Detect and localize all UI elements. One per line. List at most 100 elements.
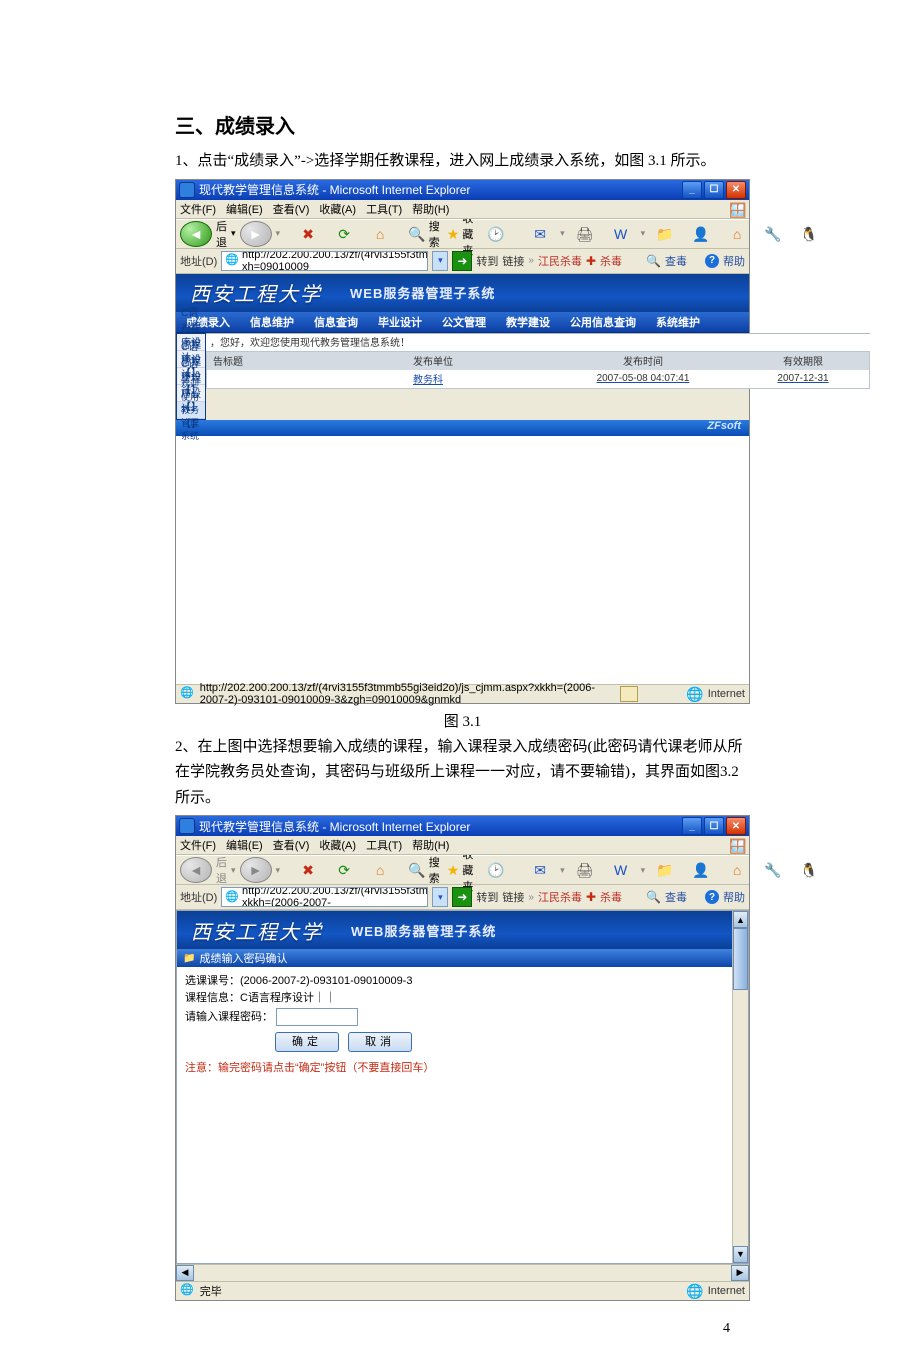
scroll-up-button[interactable]: ▲ xyxy=(733,911,748,928)
address-dropdown-icon[interactable]: ▾ xyxy=(432,887,448,907)
close-button[interactable]: ✕ xyxy=(726,181,746,199)
toolbar-link-antivirus[interactable]: 江民杀毒 xyxy=(538,889,582,905)
menu-edit[interactable]: 编辑(E) xyxy=(226,201,263,217)
tool1-button[interactable]: ⌂ xyxy=(721,858,753,882)
back-label: 后退 xyxy=(216,218,227,250)
vertical-scrollbar[interactable]: ▲ ▼ xyxy=(732,911,748,1263)
print-button[interactable]: 🖨 xyxy=(569,858,601,882)
maximize-button[interactable]: ☐ xyxy=(704,817,724,835)
menu-edit[interactable]: 编辑(E) xyxy=(226,837,263,853)
go-button[interactable]: ➜ xyxy=(452,887,472,907)
ie-addressbar: 地址(D) 🌐 http://202.200.200.13/zf/(4rvi31… xyxy=(176,249,749,274)
folder-button[interactable]: 📁 xyxy=(649,858,681,882)
toolbar-link-scan[interactable]: 查毒 xyxy=(665,253,687,269)
menu-file[interactable]: 文件(F) xyxy=(180,201,216,217)
nav-item-system[interactable]: 系统维护 xyxy=(646,314,710,330)
mail-dropdown-icon[interactable]: ▾ xyxy=(560,228,565,239)
minimize-button[interactable]: _ xyxy=(682,817,702,835)
history-button[interactable]: 🕑 xyxy=(480,222,512,246)
maximize-button[interactable]: ☐ xyxy=(704,181,724,199)
toolbar-link-help[interactable]: 帮助 xyxy=(723,889,745,905)
toolbar-link-antivirus[interactable]: 江民杀毒 xyxy=(538,253,582,269)
address-input[interactable]: 🌐 http://202.200.200.13/zf/(4rvi3155f3tm… xyxy=(221,887,428,907)
edit-dropdown-icon[interactable]: ▾ xyxy=(641,228,646,239)
horizontal-scrollbar[interactable]: ◀ ▶ xyxy=(176,1264,749,1281)
links-label: 链接 xyxy=(502,889,524,905)
scroll-right-button[interactable]: ▶ xyxy=(731,1265,749,1281)
close-button[interactable]: ✕ xyxy=(726,817,746,835)
refresh-button[interactable]: ⟳ xyxy=(328,858,360,882)
mail-button[interactable]: ✉ xyxy=(524,858,556,882)
home-button[interactable]: ⌂ xyxy=(364,858,396,882)
refresh-button[interactable]: ⟳ xyxy=(328,222,360,246)
folder-button[interactable]: 📁 xyxy=(649,222,681,246)
popup-blocker-icon[interactable] xyxy=(620,686,638,702)
antivirus-icon: ✚ xyxy=(586,891,596,903)
scroll-left-button[interactable]: ◀ xyxy=(176,1265,194,1281)
cancel-button[interactable]: 取消 xyxy=(348,1032,412,1052)
messenger-button[interactable]: 👤 xyxy=(685,222,717,246)
scroll-thumb[interactable] xyxy=(733,928,748,990)
favorites-button[interactable]: ★收藏夹 xyxy=(444,858,476,882)
toolbar-link-kill[interactable]: 杀毒 xyxy=(600,889,622,905)
back-button[interactable]: ◄ xyxy=(180,221,212,247)
qq-button[interactable]: 🐧 xyxy=(793,222,825,246)
menu-favorites[interactable]: 收藏(A) xyxy=(319,837,356,853)
panel-title: 成绩输入密码确认 xyxy=(199,950,287,966)
back-dropdown-icon[interactable]: ▾ xyxy=(231,228,236,239)
menu-tools[interactable]: 工具(T) xyxy=(366,837,402,853)
menu-file[interactable]: 文件(F) xyxy=(180,837,216,853)
back-label: 后退 xyxy=(216,854,227,886)
menu-view[interactable]: 查看(V) xyxy=(273,201,310,217)
favorites-button[interactable]: ★收藏夹 xyxy=(444,222,476,246)
scroll-down-button[interactable]: ▼ xyxy=(733,1246,748,1263)
home-button[interactable]: ⌂ xyxy=(364,222,396,246)
table-row[interactable]: 教务科 2007-05-08 04:07:41 2007-12-31 xyxy=(207,370,869,388)
search-button[interactable]: 🔍搜索 xyxy=(408,858,440,882)
windows-flag-icon: 🪟 xyxy=(729,202,745,216)
menu-view[interactable]: 查看(V) xyxy=(273,837,310,853)
tool2-button[interactable]: 🔧 xyxy=(757,222,789,246)
links-expand-icon[interactable]: » xyxy=(528,255,534,266)
edit-button[interactable]: W xyxy=(605,858,637,882)
nav-item-info-query[interactable]: 信息查询 xyxy=(304,314,368,330)
print-button[interactable]: 🖨 xyxy=(569,222,601,246)
forward-button[interactable]: ► xyxy=(240,221,272,247)
links-expand-icon[interactable]: » xyxy=(528,892,534,903)
nav-item-graduation[interactable]: 毕业设计 xyxy=(368,314,432,330)
tool1-button[interactable]: ⌂ xyxy=(721,222,753,246)
search-button[interactable]: 🔍搜索 xyxy=(408,222,440,246)
qq-button[interactable]: 🐧 xyxy=(793,858,825,882)
stop-button[interactable]: ✖ xyxy=(292,858,324,882)
messenger-button[interactable]: 👤 xyxy=(685,858,717,882)
minimize-button[interactable]: _ xyxy=(682,181,702,199)
confirm-button[interactable]: 确定 xyxy=(275,1032,339,1052)
toolbar-link-kill[interactable]: 杀毒 xyxy=(600,253,622,269)
toolbar-link-help[interactable]: 帮助 xyxy=(723,253,745,269)
go-button[interactable]: ➜ xyxy=(452,251,472,271)
course-password-input[interactable] xyxy=(276,1008,358,1026)
window-title: 现代教学管理信息系统 - Microsoft Internet Explorer xyxy=(199,818,470,835)
toolbar-link-scan[interactable]: 查毒 xyxy=(665,889,687,905)
menu-help[interactable]: 帮助(H) xyxy=(412,201,449,217)
nav-item-teaching[interactable]: 教学建设 xyxy=(496,314,560,330)
tool2-button[interactable]: 🔧 xyxy=(757,858,789,882)
menu-favorites[interactable]: 收藏(A) xyxy=(319,201,356,217)
antivirus-icon: ✚ xyxy=(586,255,596,267)
edit-button[interactable]: W xyxy=(605,222,637,246)
back-button-disabled: ◄ xyxy=(180,857,212,883)
forward-dropdown-icon[interactable]: ▾ xyxy=(276,228,281,239)
edit-dropdown-icon[interactable]: ▾ xyxy=(641,865,646,876)
history-button[interactable]: 🕑 xyxy=(480,858,512,882)
mail-dropdown-icon[interactable]: ▾ xyxy=(560,865,565,876)
menu-help[interactable]: 帮助(H) xyxy=(412,837,449,853)
stop-button[interactable]: ✖ xyxy=(292,222,324,246)
page-icon: 🌐 xyxy=(225,255,239,266)
nav-item-documents[interactable]: 公文管理 xyxy=(432,314,496,330)
address-dropdown-icon[interactable]: ▾ xyxy=(432,251,448,271)
menu-tools[interactable]: 工具(T) xyxy=(366,201,402,217)
mail-button[interactable]: ✉ xyxy=(524,222,556,246)
nav-item-info-maintain[interactable]: 信息维护 xyxy=(240,314,304,330)
address-input[interactable]: 🌐 http://202.200.200.13/zf/(4rvi3155f3tm… xyxy=(221,251,428,271)
nav-item-public-info[interactable]: 公用信息查询 xyxy=(560,314,646,330)
